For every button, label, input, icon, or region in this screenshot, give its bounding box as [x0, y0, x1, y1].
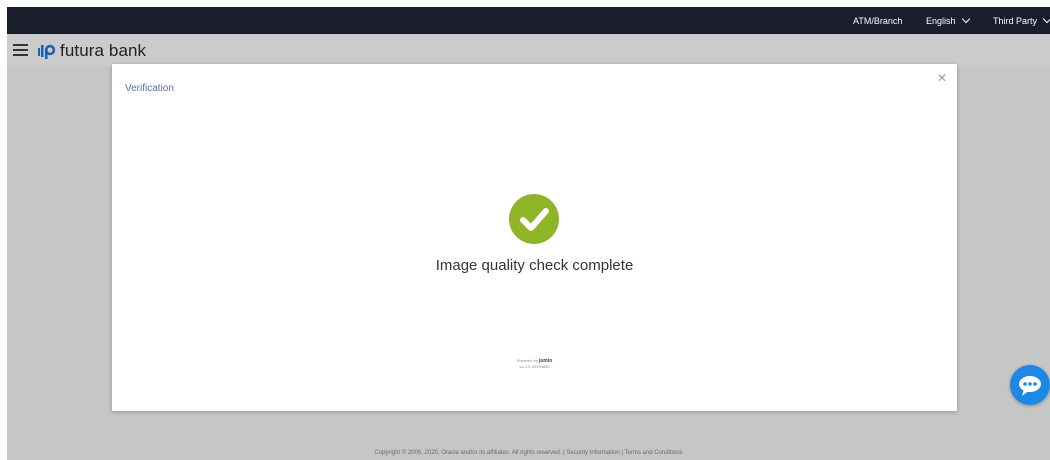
status-message: Image quality check complete	[435, 257, 634, 274]
third-party-selector[interactable]: Third Party	[993, 7, 1050, 34]
atm-branch-link[interactable]: ATM/Branch	[853, 7, 902, 34]
close-icon[interactable]: ✕	[937, 71, 947, 85]
powered-by: Powered by jumio v2.1.0-20190830	[112, 358, 957, 370]
version-label: v2.1.0-20190830	[519, 364, 550, 369]
chevron-down-icon	[1042, 14, 1050, 24]
chevron-down-icon	[961, 14, 970, 24]
check-circle-icon	[509, 194, 559, 244]
brand-name: futura bank	[60, 41, 147, 60]
powered-by-prefix: Powered by	[516, 358, 538, 363]
chat-button[interactable]	[1010, 365, 1050, 405]
third-party-label: Third Party	[993, 16, 1038, 26]
chat-bubble-icon	[1019, 376, 1041, 396]
brand-logo[interactable]: futura bank	[37, 40, 146, 62]
language-label: English	[926, 16, 956, 26]
footer: Copyright © 2006, 2020, Oracle and/or it…	[7, 446, 1050, 460]
top-utility-bar: ATM/Branch English Third Party	[7, 7, 1050, 34]
language-selector[interactable]: English	[926, 7, 970, 34]
verification-modal: Verification ✕ Image quality check compl…	[112, 64, 957, 411]
app-frame: ATM/Branch English Third Party futura ba…	[7, 7, 1050, 460]
futura-logo-icon	[38, 44, 56, 59]
hamburger-icon[interactable]	[13, 44, 28, 56]
app-header: futura bank	[7, 34, 1050, 67]
modal-title: Verification	[125, 83, 174, 94]
